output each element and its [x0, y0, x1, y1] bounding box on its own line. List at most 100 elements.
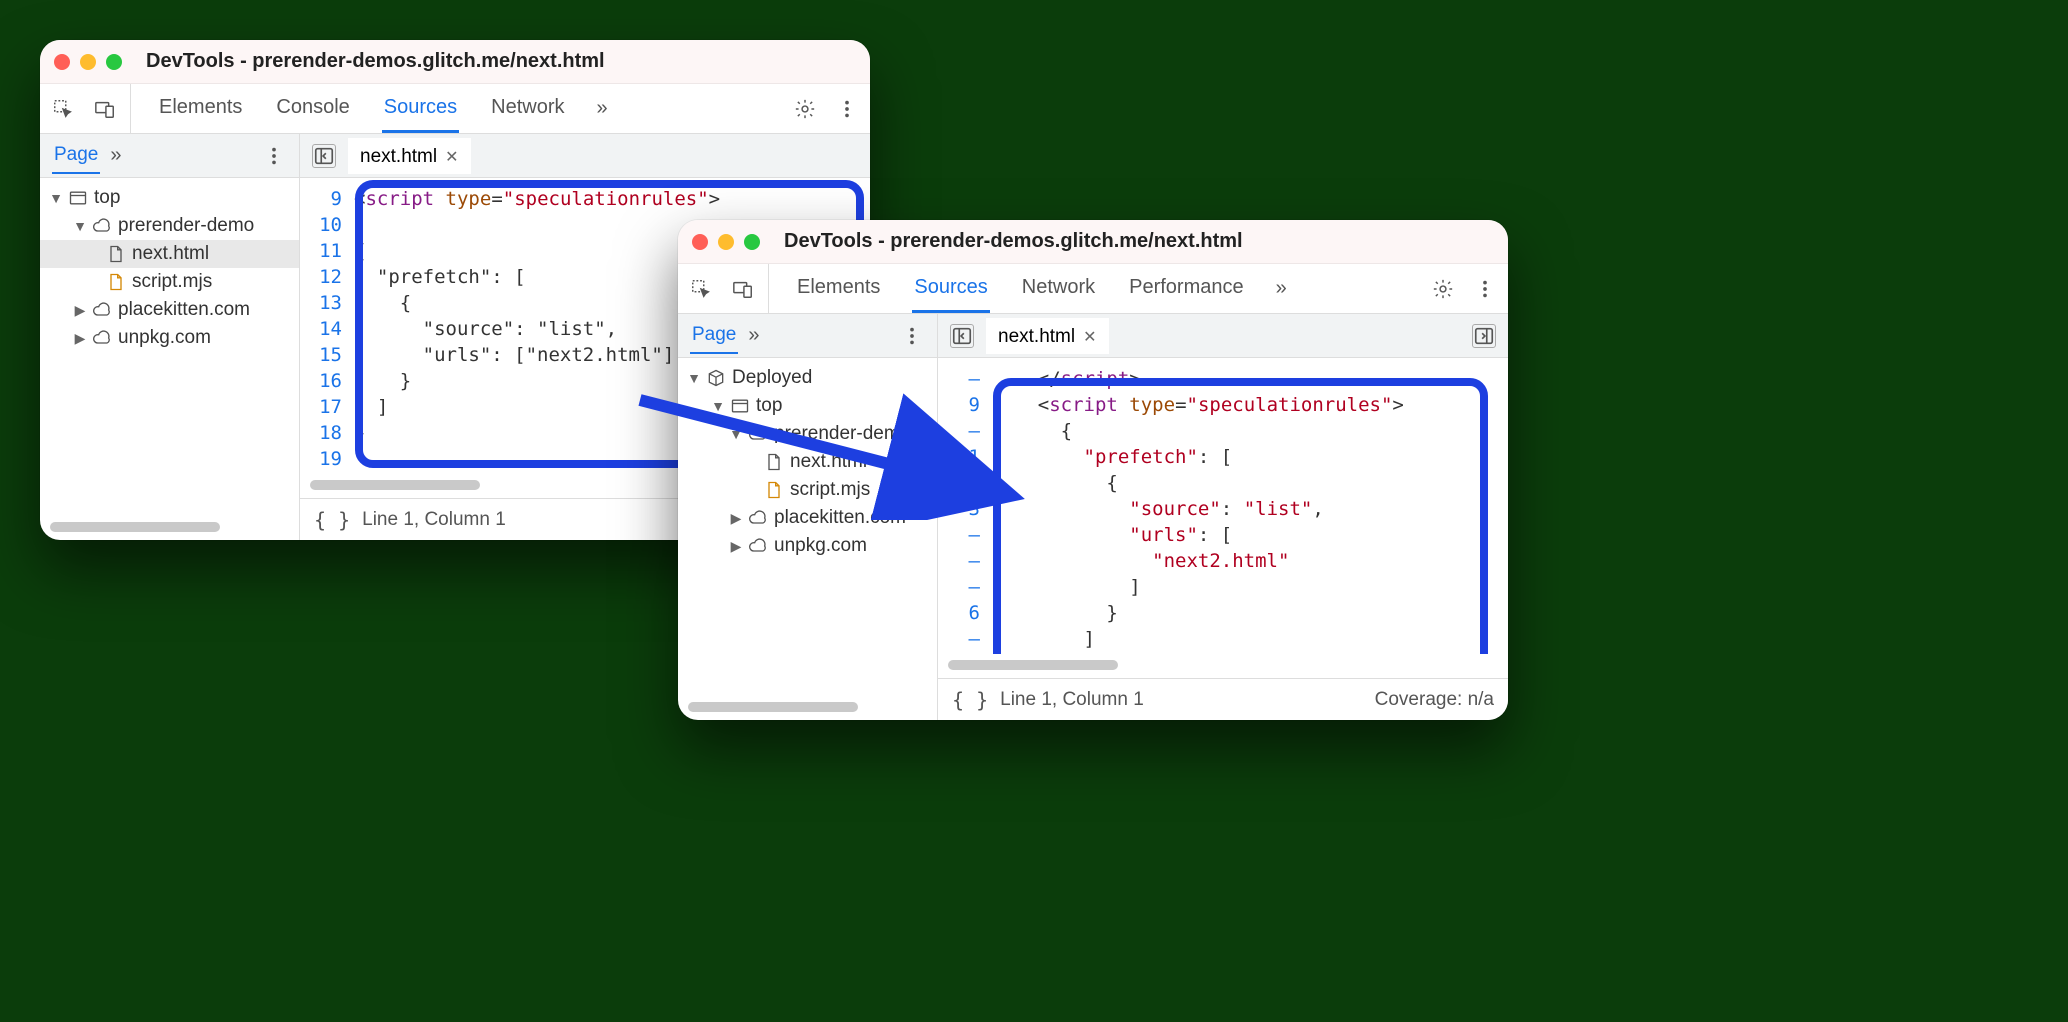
tree-label: Deployed: [732, 367, 812, 389]
file-js-icon: [106, 272, 126, 292]
frame-icon: [730, 396, 750, 416]
tab-elements[interactable]: Elements: [795, 264, 882, 313]
tree-label: prerender-demo: [774, 423, 910, 445]
navigator-page-tab[interactable]: Page: [52, 138, 100, 174]
disclosure-down-icon: ▼: [50, 190, 62, 206]
line-gutter: 910111213141516171819–20: [300, 178, 350, 474]
tree-label: script.mjs: [790, 479, 870, 501]
tree-deployed-group[interactable]: ▼ Deployed: [678, 364, 937, 392]
titlebar: DevTools - prerender-demos.glitch.me/nex…: [678, 220, 1508, 264]
toggle-navigator-icon[interactable]: [312, 144, 336, 168]
navigator-overflow-icon[interactable]: »: [748, 324, 759, 347]
zoom-icon[interactable]: [744, 234, 760, 250]
tabs-overflow-icon[interactable]: »: [597, 84, 608, 133]
file-tree: ▼ Deployed ▼ top ▼ prerender-de: [678, 358, 937, 696]
cursor-position: Line 1, Column 1: [1000, 689, 1144, 711]
tab-sources[interactable]: Sources: [912, 264, 989, 313]
tree-label: next.html: [790, 451, 867, 473]
disclosure-right-icon: ▶: [730, 510, 742, 527]
cloud-icon: [92, 328, 112, 348]
tree-scrollbar[interactable]: [50, 520, 289, 534]
tree-file[interactable]: script.mjs: [678, 476, 937, 504]
inspect-icon[interactable]: [688, 276, 714, 302]
cloud-icon: [748, 424, 768, 444]
tree-domain[interactable]: ▶ unpkg.com: [40, 324, 299, 352]
tree-file[interactable]: script.mjs: [40, 268, 299, 296]
tab-network[interactable]: Network: [489, 84, 566, 133]
tab-performance[interactable]: Performance: [1127, 264, 1246, 313]
disclosure-right-icon: ▶: [74, 330, 86, 347]
settings-gear-icon[interactable]: [1430, 276, 1456, 302]
tree-label: top: [756, 395, 782, 417]
disclosure-right-icon: ▶: [730, 538, 742, 555]
tree-file[interactable]: next.html: [40, 240, 299, 268]
toggle-navigator-icon[interactable]: [950, 324, 974, 348]
close-tab-icon[interactable]: ✕: [445, 147, 458, 167]
close-icon[interactable]: [692, 234, 708, 250]
file-icon: [764, 452, 784, 472]
tree-label: top: [94, 187, 120, 209]
zoom-icon[interactable]: [106, 54, 122, 70]
navigator-overflow-icon[interactable]: »: [110, 144, 121, 167]
panel-tabbar: Elements Console Sources Network »: [40, 84, 870, 134]
disclosure-down-icon: ▼: [74, 218, 86, 234]
close-tab-icon[interactable]: ✕: [1083, 327, 1096, 347]
tree-top-frame[interactable]: ▼ top: [678, 392, 937, 420]
line-gutter: –9–1–3–––6–––20: [938, 358, 988, 654]
frame-icon: [68, 188, 88, 208]
coverage-label: Coverage: n/a: [1375, 689, 1494, 711]
titlebar: DevTools - prerender-demos.glitch.me/nex…: [40, 40, 870, 84]
disclosure-down-icon: ▼: [688, 370, 700, 386]
tree-file[interactable]: next.html: [678, 448, 937, 476]
tree-domain[interactable]: ▼ prerender-demo: [40, 212, 299, 240]
tab-network[interactable]: Network: [1020, 264, 1097, 313]
navigator-more-icon[interactable]: [899, 323, 925, 349]
cloud-icon: [92, 216, 112, 236]
tree-label: unpkg.com: [118, 327, 211, 349]
file-tab-label: next.html: [360, 146, 437, 168]
more-vert-icon[interactable]: [834, 96, 860, 122]
toggle-debugger-icon[interactable]: [1472, 324, 1496, 348]
editor-file-tab[interactable]: next.html ✕: [986, 318, 1109, 354]
cursor-position: Line 1, Column 1: [362, 509, 506, 531]
file-tree: ▼ top ▼ prerender-demo next.html: [40, 178, 299, 516]
panel-tabbar: Elements Sources Network Performance »: [678, 264, 1508, 314]
file-tab-label: next.html: [998, 326, 1075, 348]
editor-tabbar: next.html ✕: [938, 314, 1508, 358]
pretty-print-icon[interactable]: { }: [314, 508, 350, 532]
close-icon[interactable]: [54, 54, 70, 70]
editor-file-tab[interactable]: next.html ✕: [348, 138, 471, 174]
pretty-print-icon[interactable]: { }: [952, 688, 988, 712]
device-toggle-icon[interactable]: [92, 96, 118, 122]
more-vert-icon[interactable]: [1472, 276, 1498, 302]
file-icon: [106, 244, 126, 264]
tree-domain[interactable]: ▶ placekitten.com: [40, 296, 299, 324]
disclosure-right-icon: ▶: [74, 302, 86, 319]
cloud-icon: [748, 536, 768, 556]
navigator-page-tab[interactable]: Page: [690, 318, 738, 354]
tab-console[interactable]: Console: [274, 84, 351, 133]
inspect-icon[interactable]: [50, 96, 76, 122]
tree-domain[interactable]: ▼ prerender-demo: [678, 420, 937, 448]
cloud-icon: [92, 300, 112, 320]
tree-label: placekitten.com: [118, 299, 250, 321]
tree-label: next.html: [132, 243, 209, 265]
traffic-lights: [54, 54, 122, 70]
code-editor[interactable]: –9–1–3–––6–––20 </script> <script type="…: [938, 358, 1508, 654]
minimize-icon[interactable]: [80, 54, 96, 70]
navigator-more-icon[interactable]: [261, 143, 287, 169]
tabs-overflow-icon[interactable]: »: [1276, 264, 1287, 313]
tab-elements[interactable]: Elements: [157, 84, 244, 133]
device-toggle-icon[interactable]: [730, 276, 756, 302]
window-title: DevTools - prerender-demos.glitch.me/nex…: [146, 50, 605, 73]
tab-sources[interactable]: Sources: [382, 84, 459, 133]
tree-label: prerender-demo: [118, 215, 254, 237]
tree-domain[interactable]: ▶ unpkg.com: [678, 532, 937, 560]
tree-label: placekitten.com: [774, 507, 906, 529]
tree-top-frame[interactable]: ▼ top: [40, 184, 299, 212]
minimize-icon[interactable]: [718, 234, 734, 250]
tree-domain[interactable]: ▶ placekitten.com: [678, 504, 937, 532]
settings-gear-icon[interactable]: [792, 96, 818, 122]
tree-scrollbar[interactable]: [688, 700, 927, 714]
editor-scrollbar[interactable]: [948, 658, 1498, 672]
